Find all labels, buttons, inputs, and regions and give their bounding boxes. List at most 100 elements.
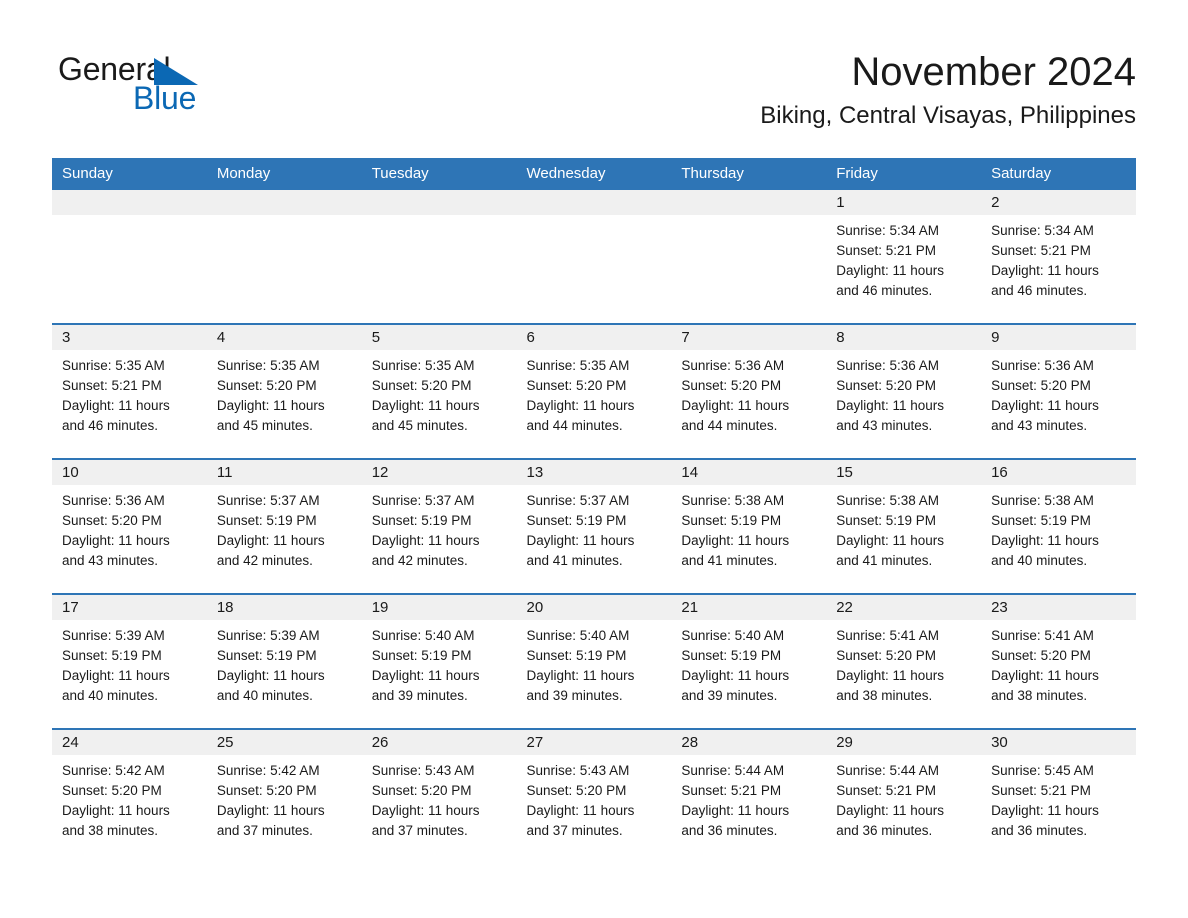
sunrise-text: Sunrise: 5:36 AM: [991, 358, 1094, 373]
day-cell[interactable]: 4 Sunrise: 5:35 AM Sunset: 5:20 PM Daylight…: [206, 325, 362, 458]
date-band: 6: [516, 325, 672, 350]
day-cell[interactable]: 26 Sunrise: 5:43 AM Sunset: 5:20 PM Dayligh…: [361, 730, 517, 863]
day-cell-details: Sunrise: 5:38 AM Sunset: 5:19 PM Daylight:…: [826, 485, 981, 571]
day-cell[interactable]: 5 Sunrise: 5:35 AM Sunset: 5:20 PM Daylight…: [361, 325, 517, 458]
daylight-text-line1: Daylight: 11 hours: [62, 668, 170, 683]
daylight-text-line2: and 39 minutes.: [681, 688, 778, 703]
day-cell[interactable]: 20 Sunrise: 5:40 AM Sunset: 5:19 PM Dayligh…: [516, 595, 672, 728]
day-cell-details: Sunrise: 5:40 AM Sunset: 5:19 PM Daylight:…: [671, 620, 826, 706]
daylight-text-line2: and 41 minutes.: [836, 553, 933, 568]
sunrise-text: Sunrise: 5:38 AM: [681, 493, 785, 508]
day-cell-empty: [361, 190, 517, 323]
sunrise-text: Sunrise: 5:34 AM: [991, 223, 1094, 238]
daylight-text-line1: Daylight: 11 hours: [681, 803, 790, 818]
date-band: [52, 190, 207, 215]
day-cell[interactable]: 10 Sunrise: 5:36 AM Sunset: 5:20 PM Dayligh…: [52, 460, 207, 593]
day-cell[interactable]: 6 Sunrise: 5:35 AM Sunset: 5:20 PM Daylight…: [516, 325, 672, 458]
sunset-text: Sunset: 5:20 PM: [836, 648, 937, 663]
day-cell[interactable]: 23 Sunrise: 5:41 AM Sunset: 5:20 PM Dayligh…: [981, 595, 1136, 728]
daylight-text-line1: Daylight: 11 hours: [836, 398, 945, 413]
day-cell-empty: [671, 190, 827, 323]
daylight-text-line1: Daylight: 11 hours: [62, 398, 170, 413]
date-band: 10: [52, 460, 207, 485]
calendar-table: Sunday Monday Tuesday Wednesday Thursday Frid…: [52, 158, 1136, 863]
day-cell-details: Sunrise: 5:37 AM Sunset: 5:19 PM Daylight:…: [362, 485, 517, 571]
sunset-text: Sunset: 5:21 PM: [62, 378, 162, 393]
weekday-header-saturday: Saturday: [981, 158, 1136, 190]
date-band: 28: [671, 730, 827, 755]
day-cell[interactable]: 11 Sunrise: 5:37 AM Sunset: 5:19 PM Dayligh…: [206, 460, 362, 593]
day-cell[interactable]: 1 Sunrise: 5:34 AM Sunset: 5:21 PM Daylight…: [826, 190, 982, 323]
sunset-text: Sunset: 5:20 PM: [526, 783, 627, 798]
day-cell[interactable]: 19 Sunrise: 5:40 AM Sunset: 5:19 PM Dayligh…: [361, 595, 517, 728]
date-band: 18: [206, 595, 362, 620]
day-cell-details: Sunrise: 5:43 AM Sunset: 5:20 PM Daylight:…: [517, 755, 672, 841]
sunrise-text: Sunrise: 5:37 AM: [371, 493, 475, 508]
day-cell[interactable]: 17 Sunrise: 5:39 AM Sunset: 5:19 PM Dayligh…: [52, 595, 207, 728]
daylight-text-line2: and 45 minutes.: [371, 418, 468, 433]
calendar-week-row: 10 Sunrise: 5:36 AM Sunset: 5:20 PM Dayligh…: [52, 458, 1136, 594]
date-band: 30: [981, 730, 1136, 755]
day-number: 18: [216, 599, 234, 616]
day-cell[interactable]: 27 Sunrise: 5:43 AM Sunset: 5:20 PM Dayligh…: [516, 730, 672, 863]
daylight-text-line1: Daylight: 11 hours: [836, 803, 945, 818]
day-cell[interactable]: 25 Sunrise: 5:42 AM Sunset: 5:20 PM Dayligh…: [206, 730, 362, 863]
daylight-text-line2: and 37 minutes.: [371, 823, 468, 838]
day-cell[interactable]: 13 Sunrise: 5:37 AM Sunset: 5:19 PM Dayligh…: [516, 460, 672, 593]
sunset-text: Sunset: 5:19 PM: [526, 648, 627, 663]
date-band: 11: [206, 460, 362, 485]
day-number: 22: [836, 599, 853, 616]
sunrise-text: Sunrise: 5:41 AM: [836, 628, 940, 643]
day-cell[interactable]: 7 Sunrise: 5:36 AM Sunset: 5:20 PM Daylight…: [671, 325, 827, 458]
daylight-text-line2: and 46 minutes.: [836, 283, 933, 298]
date-band: 1: [826, 190, 982, 215]
sunset-text: Sunset: 5:20 PM: [62, 783, 162, 798]
sunrise-text: Sunrise: 5:43 AM: [371, 763, 475, 778]
calendar-container: Sunday Monday Tuesday Wednesday Thursday Frid…: [52, 158, 1136, 863]
daylight-text-line1: Daylight: 11 hours: [216, 533, 325, 548]
day-cell[interactable]: 18 Sunrise: 5:39 AM Sunset: 5:19 PM Dayligh…: [206, 595, 362, 728]
day-cell[interactable]: 15 Sunrise: 5:38 AM Sunset: 5:19 PM Dayligh…: [826, 460, 982, 593]
weekday-header-tuesday: Tuesday: [361, 158, 517, 190]
sunrise-text: Sunrise: 5:37 AM: [526, 493, 630, 508]
day-cell[interactable]: 14 Sunrise: 5:38 AM Sunset: 5:19 PM Dayligh…: [671, 460, 827, 593]
daylight-text-line2: and 36 minutes.: [681, 823, 778, 838]
day-cell[interactable]: 2 Sunrise: 5:34 AM Sunset: 5:21 PM Daylight…: [981, 190, 1136, 323]
day-cell[interactable]: 21 Sunrise: 5:40 AM Sunset: 5:19 PM Dayligh…: [671, 595, 827, 728]
day-cell[interactable]: 9 Sunrise: 5:36 AM Sunset: 5:20 PM Daylight…: [981, 325, 1136, 458]
day-number: 27: [526, 734, 544, 751]
date-band: 19: [361, 595, 517, 620]
sunset-text: Sunset: 5:21 PM: [681, 783, 782, 798]
day-number: 7: [681, 329, 690, 346]
weekday-header-monday: Monday: [206, 158, 362, 190]
day-cell[interactable]: 24 Sunrise: 5:42 AM Sunset: 5:20 PM Dayligh…: [52, 730, 207, 863]
date-band: 7: [671, 325, 827, 350]
day-cell[interactable]: 30 Sunrise: 5:45 AM Sunset: 5:21 PM Dayligh…: [981, 730, 1136, 863]
sunrise-text: Sunrise: 5:43 AM: [526, 763, 630, 778]
daylight-text-line1: Daylight: 11 hours: [371, 398, 480, 413]
date-band: 21: [671, 595, 827, 620]
daylight-text-line2: and 40 minutes.: [62, 688, 159, 703]
day-cell[interactable]: 29 Sunrise: 5:44 AM Sunset: 5:21 PM Dayligh…: [826, 730, 982, 863]
day-cell-details: Sunrise: 5:35 AM Sunset: 5:21 PM Daylight:…: [52, 350, 207, 436]
day-cell[interactable]: 28 Sunrise: 5:44 AM Sunset: 5:21 PM Dayligh…: [671, 730, 827, 863]
location-subtitle: Biking, Central Visayas, Philippines: [760, 102, 1136, 129]
daylight-text-line1: Daylight: 11 hours: [991, 398, 1099, 413]
day-cell[interactable]: 16 Sunrise: 5:38 AM Sunset: 5:19 PM Dayligh…: [981, 460, 1136, 593]
day-number: 13: [526, 464, 544, 481]
day-cell[interactable]: 3 Sunrise: 5:35 AM Sunset: 5:21 PM Daylight…: [52, 325, 207, 458]
general-blue-logo[interactable]: General Blue: [58, 52, 388, 124]
sunrise-text: Sunrise: 5:35 AM: [62, 358, 165, 373]
title-block: November 2024 Biking, Central Visayas, P…: [760, 48, 1136, 130]
day-cell[interactable]: 22 Sunrise: 5:41 AM Sunset: 5:20 PM Dayligh…: [826, 595, 982, 728]
sunset-text: Sunset: 5:21 PM: [991, 243, 1091, 258]
day-number: 30: [991, 734, 1008, 751]
daylight-text-line1: Daylight: 11 hours: [216, 398, 325, 413]
day-cell[interactable]: 8 Sunrise: 5:36 AM Sunset: 5:20 PM Daylight…: [826, 325, 982, 458]
day-cell[interactable]: 12 Sunrise: 5:37 AM Sunset: 5:19 PM Dayligh…: [361, 460, 517, 593]
sunset-text: Sunset: 5:21 PM: [991, 783, 1091, 798]
sunrise-text: Sunrise: 5:44 AM: [681, 763, 785, 778]
date-band: 22: [826, 595, 982, 620]
daylight-text-line2: and 46 minutes.: [62, 418, 159, 433]
sunrise-text: Sunrise: 5:35 AM: [371, 358, 475, 373]
